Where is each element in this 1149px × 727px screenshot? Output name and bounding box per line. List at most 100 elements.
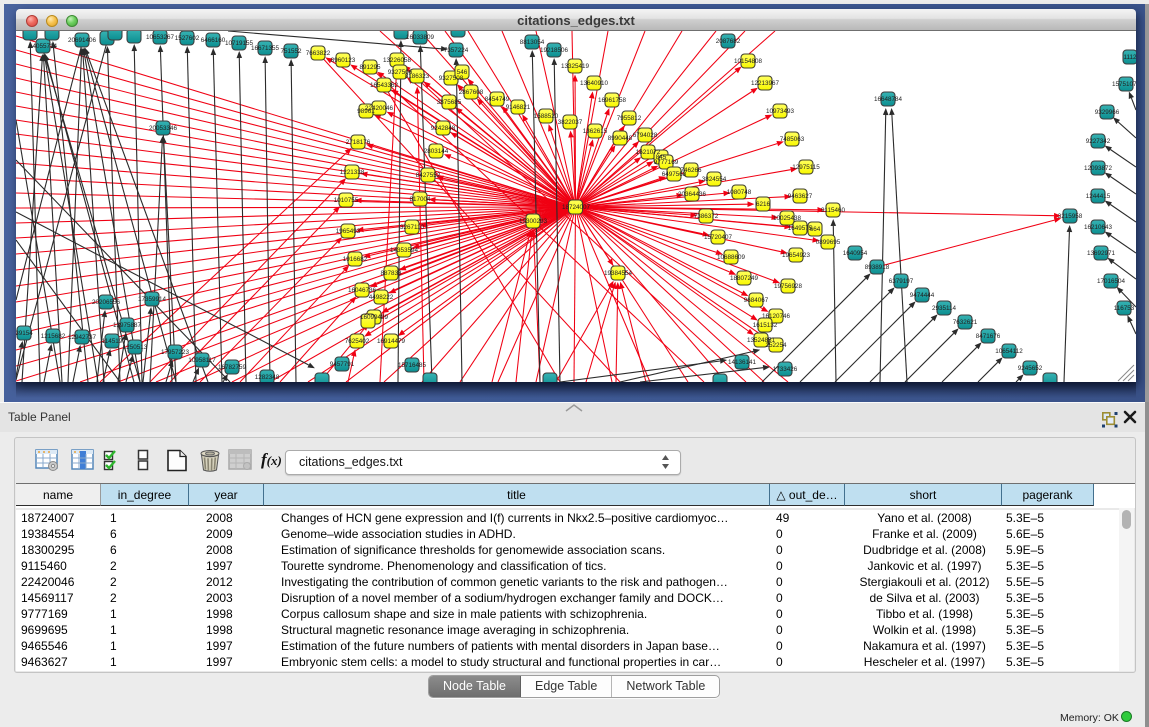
- svg-text:3824554: 3824554: [702, 176, 727, 183]
- svg-text:17359914: 17359914: [138, 296, 167, 303]
- svg-text:16648784: 16648784: [874, 96, 903, 103]
- svg-text:1965493: 1965493: [336, 228, 361, 235]
- svg-text:9115460: 9115460: [821, 207, 846, 214]
- svg-text:16914479: 16914479: [377, 338, 406, 345]
- svg-text:1010755: 1010755: [334, 197, 359, 204]
- svg-text:1215682: 1215682: [41, 333, 66, 340]
- svg-text:7625402: 7625402: [345, 338, 370, 345]
- svg-text:16671355: 16671355: [251, 45, 280, 52]
- svg-text:7386372: 7386372: [694, 213, 719, 220]
- svg-text:8990448: 8990448: [608, 135, 633, 142]
- svg-text:1080748: 1080748: [727, 189, 752, 196]
- svg-text:7632621: 7632621: [953, 319, 978, 326]
- svg-text:16120746: 16120746: [762, 313, 791, 320]
- svg-text:1916682: 1916682: [343, 256, 368, 263]
- svg-text:19756928: 19756928: [774, 283, 803, 290]
- svg-text:1221338: 1221338: [340, 169, 365, 176]
- svg-text:8960123: 8960123: [331, 57, 356, 64]
- svg-text:10653267: 10653267: [146, 34, 175, 41]
- svg-text:10025438: 10025438: [773, 215, 802, 222]
- svg-text:8454749: 8454749: [485, 96, 510, 103]
- svg-text:9227342: 9227342: [1086, 138, 1111, 145]
- svg-text:12213967: 12213967: [751, 80, 780, 87]
- svg-text:9684067: 9684067: [744, 297, 769, 304]
- svg-text:15300293: 15300293: [519, 218, 548, 225]
- svg-text:9146821: 9146821: [506, 104, 531, 111]
- svg-text:2718176: 2718176: [346, 139, 371, 146]
- svg-text:1362615: 1362615: [583, 128, 608, 135]
- svg-text:14136141: 14136141: [728, 359, 757, 366]
- svg-text:20053346: 20053346: [149, 125, 178, 132]
- svg-text:7955812: 7955812: [617, 115, 642, 122]
- svg-text:17016504: 17016504: [1097, 278, 1126, 285]
- svg-text:3822037: 3822037: [558, 119, 583, 126]
- svg-text:10688609: 10688609: [717, 254, 746, 261]
- svg-text:10973493: 10973493: [766, 108, 795, 115]
- svg-text:16033809: 16033809: [406, 34, 435, 41]
- svg-text:12975115: 12975115: [792, 164, 820, 171]
- svg-text:9777169: 9777169: [654, 159, 679, 166]
- svg-text:9329966: 9329966: [1095, 109, 1120, 116]
- svg-text:8471676: 8471676: [976, 333, 1001, 340]
- svg-text:4498222: 4498222: [369, 294, 394, 301]
- svg-text:16782759: 16782759: [218, 364, 247, 371]
- svg-text:252254: 252254: [765, 342, 787, 349]
- svg-text:14353594: 14353594: [390, 247, 419, 254]
- svg-text:19218506: 19218506: [540, 47, 569, 54]
- svg-text:1527602: 1527602: [175, 35, 200, 42]
- svg-text:16961758: 16961758: [598, 97, 627, 104]
- svg-text:6466160: 6466160: [201, 37, 226, 44]
- svg-text:13325419: 13325419: [561, 63, 590, 70]
- svg-text:13692971: 13692971: [1087, 250, 1116, 257]
- svg-text:9463627: 9463627: [788, 193, 813, 200]
- svg-text:9242848: 9242848: [431, 125, 456, 132]
- svg-text:12093872: 12093872: [1084, 165, 1113, 172]
- svg-text:20691406: 20691406: [68, 37, 97, 44]
- svg-text:9327508: 9327508: [439, 75, 464, 82]
- svg-text:6216: 6216: [756, 201, 771, 208]
- svg-text:1112: 1112: [1123, 54, 1136, 61]
- svg-text:15751074: 15751074: [1112, 81, 1136, 88]
- svg-text:13640910: 13640910: [580, 80, 609, 87]
- svg-text:817004: 817004: [409, 196, 431, 203]
- svg-text:15716485: 15716485: [398, 362, 427, 369]
- svg-text:2935114: 2935114: [932, 305, 957, 312]
- svg-text:9474444: 9474444: [910, 292, 935, 299]
- svg-text:9457791: 9457791: [330, 361, 355, 368]
- svg-text:1250513: 1250513: [123, 344, 148, 351]
- svg-text:10719155: 10719155: [225, 40, 254, 47]
- svg-text:39154: 39154: [16, 330, 33, 337]
- svg-text:2867608: 2867608: [459, 89, 484, 96]
- svg-text:891295: 891295: [359, 64, 381, 71]
- svg-text:7663822: 7663822: [306, 50, 331, 57]
- svg-text:15720407: 15720407: [704, 234, 733, 241]
- svg-text:3215958: 3215958: [1058, 213, 1083, 220]
- svg-text:10654112: 10654112: [995, 348, 1023, 355]
- svg-text:664: 664: [810, 226, 821, 233]
- svg-text:18724007: 18724007: [562, 204, 591, 211]
- svg-text:1640954: 1640954: [843, 250, 868, 257]
- svg-text:546: 546: [457, 69, 468, 76]
- svg-text:16046736: 16046736: [348, 287, 377, 294]
- svg-text:6794028: 6794028: [633, 132, 658, 139]
- svg-text:10958117: 10958117: [188, 357, 216, 364]
- svg-text:2803144: 2803144: [424, 148, 449, 155]
- svg-text:887833: 887833: [380, 270, 402, 277]
- svg-text:746266: 746266: [680, 167, 702, 174]
- svg-text:10154808: 10154808: [734, 58, 763, 65]
- svg-text:7485063: 7485063: [780, 136, 805, 143]
- svg-text:20364436: 20364436: [678, 191, 707, 198]
- svg-text:2087682: 2087682: [716, 38, 741, 45]
- svg-text:8813054: 8813054: [520, 39, 545, 46]
- svg-text:98961: 98961: [357, 108, 375, 115]
- svg-text:18807249: 18807249: [730, 275, 759, 282]
- svg-text:6379197: 6379197: [889, 278, 914, 285]
- svg-text:16543362: 16543362: [370, 82, 399, 89]
- svg-text:751552: 751552: [280, 48, 302, 55]
- svg-text:116753: 116753: [1114, 305, 1135, 312]
- svg-text:14055714: 14055714: [29, 43, 58, 50]
- svg-text:17957223: 17957223: [161, 349, 190, 356]
- svg-text:13226058: 13226058: [383, 57, 412, 64]
- svg-text:3875685: 3875685: [437, 99, 462, 106]
- svg-text:19384554: 19384554: [604, 270, 633, 277]
